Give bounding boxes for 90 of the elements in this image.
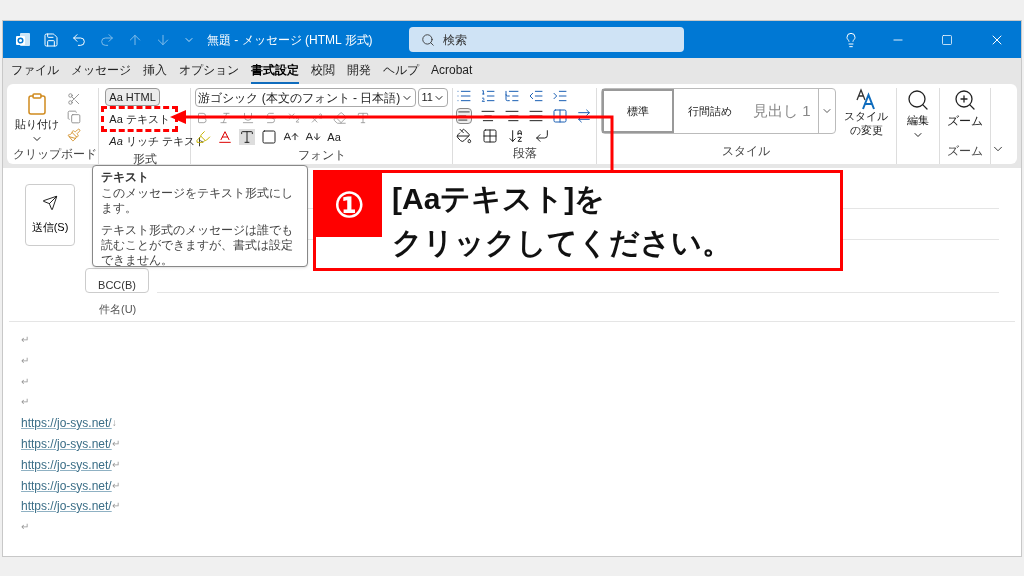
paragraph-mark: ↵ [21,374,29,389]
numbering-icon[interactable] [480,88,497,104]
font-color-icon[interactable] [217,129,234,146]
character-border-icon[interactable] [261,129,278,146]
send-button[interactable]: 送信(S) [25,184,75,246]
change-styles-button[interactable]: スタイルの変更 [840,88,892,138]
decrease-indent-icon[interactable] [528,88,545,104]
body-link[interactable]: https://jo-sys.net/ [21,434,112,455]
paragraph-mark: ↵ [21,395,29,410]
format-option[interactable]: Aa リッチ テキスト [105,132,210,150]
tooltip-text: このメッセージをテキスト形式にします。 [101,186,294,216]
callout-text: クリックしてください。 [392,225,732,261]
paragraph-mark: ↵ [111,437,120,449]
menu-tab[interactable]: ヘルプ [383,61,419,84]
menu-tab[interactable]: 開発 [347,61,371,84]
highlighter-icon[interactable] [195,129,212,146]
format-painter-icon[interactable] [67,128,81,142]
editing-button[interactable]: 編集 [905,88,930,141]
style-item[interactable]: 行間詰め [673,89,746,133]
character-shading-icon[interactable] [239,129,256,146]
subscript-icon[interactable] [287,111,302,125]
clear-format-icon[interactable] [333,111,348,125]
body-link[interactable]: https://jo-sys.net/ [21,413,112,434]
paragraph-mark: ↵ [111,457,120,470]
paragraph-mark: ↵ [21,353,29,368]
align-right-icon[interactable] [504,108,521,124]
window-title: 無題 - メッセージ (HTML 形式) [207,31,374,49]
sort-icon[interactable] [508,128,525,144]
show-marks-icon[interactable] [534,128,551,144]
text-effect-icon[interactable] [356,111,371,125]
group-label: スタイル [722,143,771,160]
clipboard-icon [25,92,49,116]
font-size-field[interactable]: 11 [418,88,449,107]
body-link[interactable]: https://jo-sys.net/ [21,454,112,476]
paragraph-mark: ↵ [21,520,29,535]
group-label: クリップボード [12,145,97,163]
paragraph-mark: ↓ [111,416,117,429]
align-center-icon[interactable] [480,108,497,124]
menu-tab[interactable]: メッセージ [71,61,131,84]
group-label: ズーム [946,144,983,158]
justify-icon[interactable] [528,108,545,124]
tooltip-title: テキスト [101,170,150,185]
subject-label: 件名(U) [98,302,138,317]
send-icon [42,194,58,211]
menu-tab[interactable]: オプション [179,61,239,84]
menu-tab[interactable]: 挿入 [143,61,167,84]
style-item[interactable]: 見出し 1 [745,89,818,133]
app-logo-icon [15,31,31,48]
search-icon [421,32,435,47]
paste-button[interactable]: 貼り付け [15,88,59,145]
lightbulb-icon[interactable] [843,31,859,48]
change-case-button[interactable]: Aa [327,129,341,146]
bcc-button[interactable]: BCC(B) [85,268,149,293]
increase-indent-icon[interactable] [552,88,569,104]
borders-icon[interactable] [482,128,499,144]
menu-tab[interactable]: 校閲 [311,61,335,84]
format-option[interactable]: Aa テキスト [105,110,174,128]
zoom-icon [952,88,977,112]
tooltip-text: テキスト形式のメッセージは誰でも読むことができますが、書式は設定できません。 [101,223,294,268]
superscript-icon[interactable] [310,111,325,125]
bullets-icon[interactable] [456,88,473,104]
styles-icon [855,88,877,110]
font-name-field[interactable]: 游ゴシック (本文のフォント - 日本語) [195,88,417,107]
body-link[interactable]: https://jo-sys.net/ [21,475,112,497]
save-icon[interactable] [43,31,59,48]
cut-icon[interactable] [67,92,81,106]
zoom-button[interactable]: ズーム [946,88,983,130]
multilevel-list-icon[interactable] [504,88,521,104]
maximize-icon[interactable] [941,33,953,46]
menu-tab[interactable]: ファイル [11,61,59,84]
paragraph-mark: ↵ [21,333,29,347]
search-field[interactable]: 検索 [409,27,684,52]
body-link[interactable]: https://jo-sys.net/ [21,496,112,518]
underline-icon[interactable] [241,111,256,125]
search-icon [905,88,930,112]
group-label: フォント [297,146,346,164]
undo-icon[interactable] [71,31,87,48]
group-label: 段落 [512,145,537,162]
style-item[interactable]: 標準 [601,89,674,133]
step-number: ① [316,173,382,237]
paragraph-mark: ↵ [111,499,120,512]
group-label: 形式 [132,151,157,168]
copy-icon[interactable] [67,110,81,124]
italic-icon[interactable] [218,111,233,125]
format-option[interactable]: Aa HTML [105,88,160,106]
paragraph-mark: ↵ [111,478,120,491]
shading-icon[interactable] [456,128,473,144]
bold-icon[interactable] [195,111,210,125]
menu-tab[interactable]: Acrobat [431,61,473,84]
callout-text: [Aaテキスト]を [392,181,607,217]
